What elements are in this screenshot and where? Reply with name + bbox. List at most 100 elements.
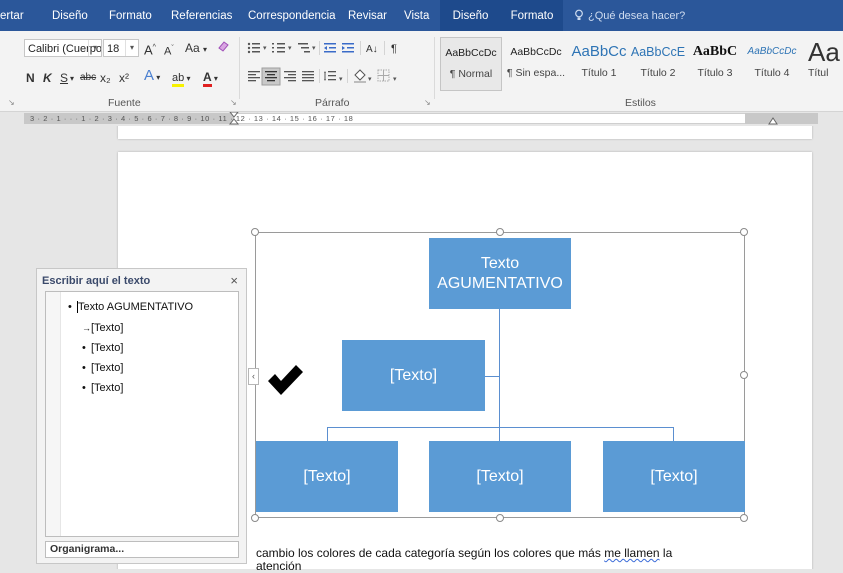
clear-format-button[interactable] [217,39,230,57]
smartart-text-pane: Escribir aquí el texto × • Texto AGUMENTA… [36,268,247,564]
superscript-button[interactable]: x² [119,69,129,87]
style-titulo-4[interactable]: AaBbCcDc Título 4 [743,37,801,91]
style-name: ¶ Sin espa... [506,67,566,79]
list-item[interactable]: • Texto AGUMENTATIVO [68,301,194,313]
tab-referencias[interactable]: Referencias [171,0,232,31]
sort-icon[interactable]: A↓ [366,44,378,55]
indent-marker-icon[interactable] [228,112,240,125]
resize-handle[interactable] [740,514,748,522]
list-item[interactable]: • [Texto] [82,382,123,394]
resize-handle[interactable] [496,228,504,236]
tab-vista[interactable]: Vista [404,0,429,31]
clipboard-dialog-launcher-icon[interactable]: ↘ [8,98,17,107]
style-preview: Aa [808,37,840,67]
resize-handle[interactable] [251,228,259,236]
align-right-icon[interactable] [284,71,296,82]
subscript-button[interactable]: x₂ [100,69,111,87]
resize-handle[interactable] [740,228,748,236]
style-titulo-2[interactable]: AaBbCcE Título 2 [629,37,687,91]
connector-line [327,427,328,441]
change-case-icon: Aa [185,41,200,55]
resize-handle[interactable] [496,514,504,522]
close-icon[interactable]: × [230,273,238,288]
align-left-icon[interactable] [248,71,260,82]
tab-insertar[interactable]: ertar [0,0,24,31]
smartart-child-box[interactable]: [Texto] [256,441,398,512]
borders-icon[interactable] [377,69,390,82]
justify-icon[interactable] [302,71,314,82]
show-formatting-icon[interactable]: ¶ [391,43,397,55]
style-normal[interactable]: AaBbCcDc ¶ Normal [440,37,502,91]
change-case-button[interactable]: Aa ▾ [185,39,207,59]
text-pane-list[interactable]: • Texto AGUMENTATIVO →[Texto] • [Texto] •[… [45,291,239,537]
list-item-text: [Texto] [91,322,124,334]
font-name-combo[interactable]: Calibri (Cuerpo ▾ [24,39,102,57]
grow-font-button[interactable]: A^ [144,39,156,59]
grow-font-icon: A [144,42,153,58]
underline-dropdown-icon[interactable]: ▾ [70,70,74,88]
svg-text:▾: ▾ [339,76,343,83]
style-sin-espaciado[interactable]: AaBbCcDc ¶ Sin espa... [503,37,569,91]
numbering-icon[interactable] [272,43,285,53]
group-label-parrafo: Párrafo [315,97,350,109]
tell-me-label: ¿Qué desea hacer? [588,10,686,22]
font-dialog-launcher-icon[interactable]: ↘ [230,98,239,107]
text-pane-toggle-button[interactable]: ‹ [248,368,259,385]
italic-button[interactable]: K [43,69,52,87]
style-titulo[interactable]: Aa Títul [802,37,843,91]
document-text-run: la [659,546,673,560]
tell-me-search[interactable]: ¿Qué desea hacer? [574,0,685,31]
multilevel-list-icon[interactable] [298,43,310,53]
document-text-run: cambio los colores de cada categoría seg… [256,546,605,560]
paragraph-dialog-launcher-icon[interactable]: ↘ [424,98,433,107]
underline-button[interactable]: S [60,69,68,87]
list-item[interactable]: • [Texto] [82,342,123,354]
font-size-combo[interactable]: 18 ▾ [103,39,139,57]
arrow-bullet-icon: → [82,323,91,333]
ribbon-divider [239,37,240,99]
list-item-text: Texto AGUMENTATIVO [77,301,194,313]
highlight-button[interactable]: ab ▾ [172,68,191,88]
smartart-top-box[interactable]: Texto AGUMENTATIVO [429,238,571,309]
svg-text:▾: ▾ [393,76,397,83]
tab-correspondencia[interactable]: Correspondencia [248,0,336,31]
tab-smartart-diseno[interactable]: Diseño [440,0,501,31]
decrease-indent-icon[interactable] [324,43,336,53]
list-item-text: [Texto] [91,342,124,354]
style-titulo-3[interactable]: AaBbC Título 3 [688,37,742,91]
line-spacing-icon[interactable] [324,71,336,81]
smartart-child-box[interactable]: [Texto] [429,441,571,512]
strikethrough-button[interactable]: abc [80,69,96,87]
resize-handle[interactable] [740,371,748,379]
increase-indent-icon[interactable] [342,43,354,53]
style-name: Título 1 [581,67,617,79]
style-titulo-1[interactable]: AaBbCc Título 1 [570,37,628,91]
tab-revisar[interactable]: Revisar [348,0,387,31]
smartart-assistant-box[interactable]: [Texto] [342,340,485,411]
smartart-top-text: Texto AGUMENTATIVO [437,254,563,292]
bullet-icon: • [82,342,86,354]
shrink-font-button[interactable]: Aˇ [164,40,174,61]
bullets-icon[interactable] [247,42,260,54]
organigrama-link[interactable]: Organigrama... [45,541,239,558]
list-item[interactable]: • [Texto] [82,362,123,374]
shading-icon[interactable] [354,69,366,83]
text-effects-button[interactable]: A ▾ [144,67,160,87]
tab-formato[interactable]: Formato [109,0,152,31]
bold-button[interactable]: N [26,69,35,87]
smartart-child-text: [Texto] [303,467,351,485]
right-indent-marker-icon[interactable] [768,117,778,125]
font-color-button[interactable]: A ▾ [203,68,218,88]
tab-smartart-formato[interactable]: Formato [501,0,563,31]
chevron-down-icon: ▾ [88,40,101,56]
spelling-flagged-text[interactable]: me llamen [604,546,659,560]
highlighter-icon: ab [172,72,185,87]
tab-diseno[interactable]: Diseño [52,0,88,31]
font-color-icon: A [203,70,212,87]
chevron-down-icon: ▾ [125,40,138,56]
list-item[interactable]: →[Texto] [82,322,123,334]
svg-text:▾: ▾ [368,76,372,83]
smartart-child-box[interactable]: [Texto] [603,441,745,512]
resize-handle[interactable] [251,514,259,522]
horizontal-ruler[interactable]: 3 · 2 · 1 · · · 1 · 2 · 3 · 4 · 5 · 6 · … [0,112,843,125]
